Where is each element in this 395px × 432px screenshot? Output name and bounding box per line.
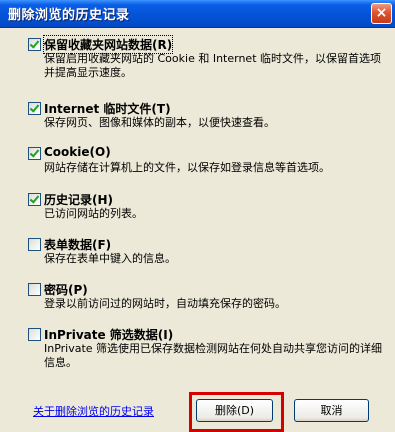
option-label[interactable]: Internet 临时文件(T)	[44, 100, 171, 117]
option-label[interactable]: Cookie(O)	[44, 145, 111, 159]
checkbox-inprivate-data[interactable]	[28, 328, 41, 341]
delete-button[interactable]: 删除(D)	[196, 399, 273, 422]
option-label[interactable]: 表单数据(F)	[44, 236, 111, 253]
option-description: 登录以前访问过的网站时，自动填充保存的密码。	[44, 297, 286, 310]
option-label[interactable]: 历史记录(H)	[44, 191, 113, 208]
window-title: 删除浏览的历史记录	[8, 8, 130, 23]
close-button[interactable]: ×	[371, 3, 392, 24]
cancel-button[interactable]: 取消	[294, 399, 369, 422]
close-icon: ×	[375, 5, 388, 21]
checkbox-history[interactable]	[28, 193, 41, 206]
option-description: 网站存储在计算机上的文件，以保存如登录信息等首选项。	[44, 161, 330, 174]
title-bar: 删除浏览的历史记录 ×	[0, 0, 395, 28]
checkbox-passwords[interactable]	[28, 283, 41, 296]
checkbox-temp-files[interactable]	[28, 102, 41, 115]
option-label[interactable]: 保留收藏夹网站数据(R)	[42, 35, 174, 54]
option-description: 保存在表单中键入的信息。	[44, 252, 176, 265]
help-link[interactable]: 关于删除浏览的历史记录	[33, 403, 154, 419]
checkbox-form-data[interactable]	[28, 238, 41, 251]
option-label[interactable]: 密码(P)	[44, 281, 88, 298]
option-description: InPrivate 筛选使用已保存数据检测网站在何处自动共享您访问的详细信息。	[44, 342, 383, 369]
option-label[interactable]: InPrivate 筛选数据(I)	[44, 326, 173, 343]
option-description: 保留启用收藏夹网站的 Cookie 和 Internet 临时文件，以保留首选项…	[44, 52, 381, 79]
option-description: 已访问网站的列表。	[44, 207, 143, 220]
checkbox-preserve-favorites[interactable]	[28, 38, 41, 51]
checkbox-cookies[interactable]	[28, 147, 41, 160]
option-description: 保存网页、图像和媒体的副本，以便快速查看。	[44, 116, 275, 129]
